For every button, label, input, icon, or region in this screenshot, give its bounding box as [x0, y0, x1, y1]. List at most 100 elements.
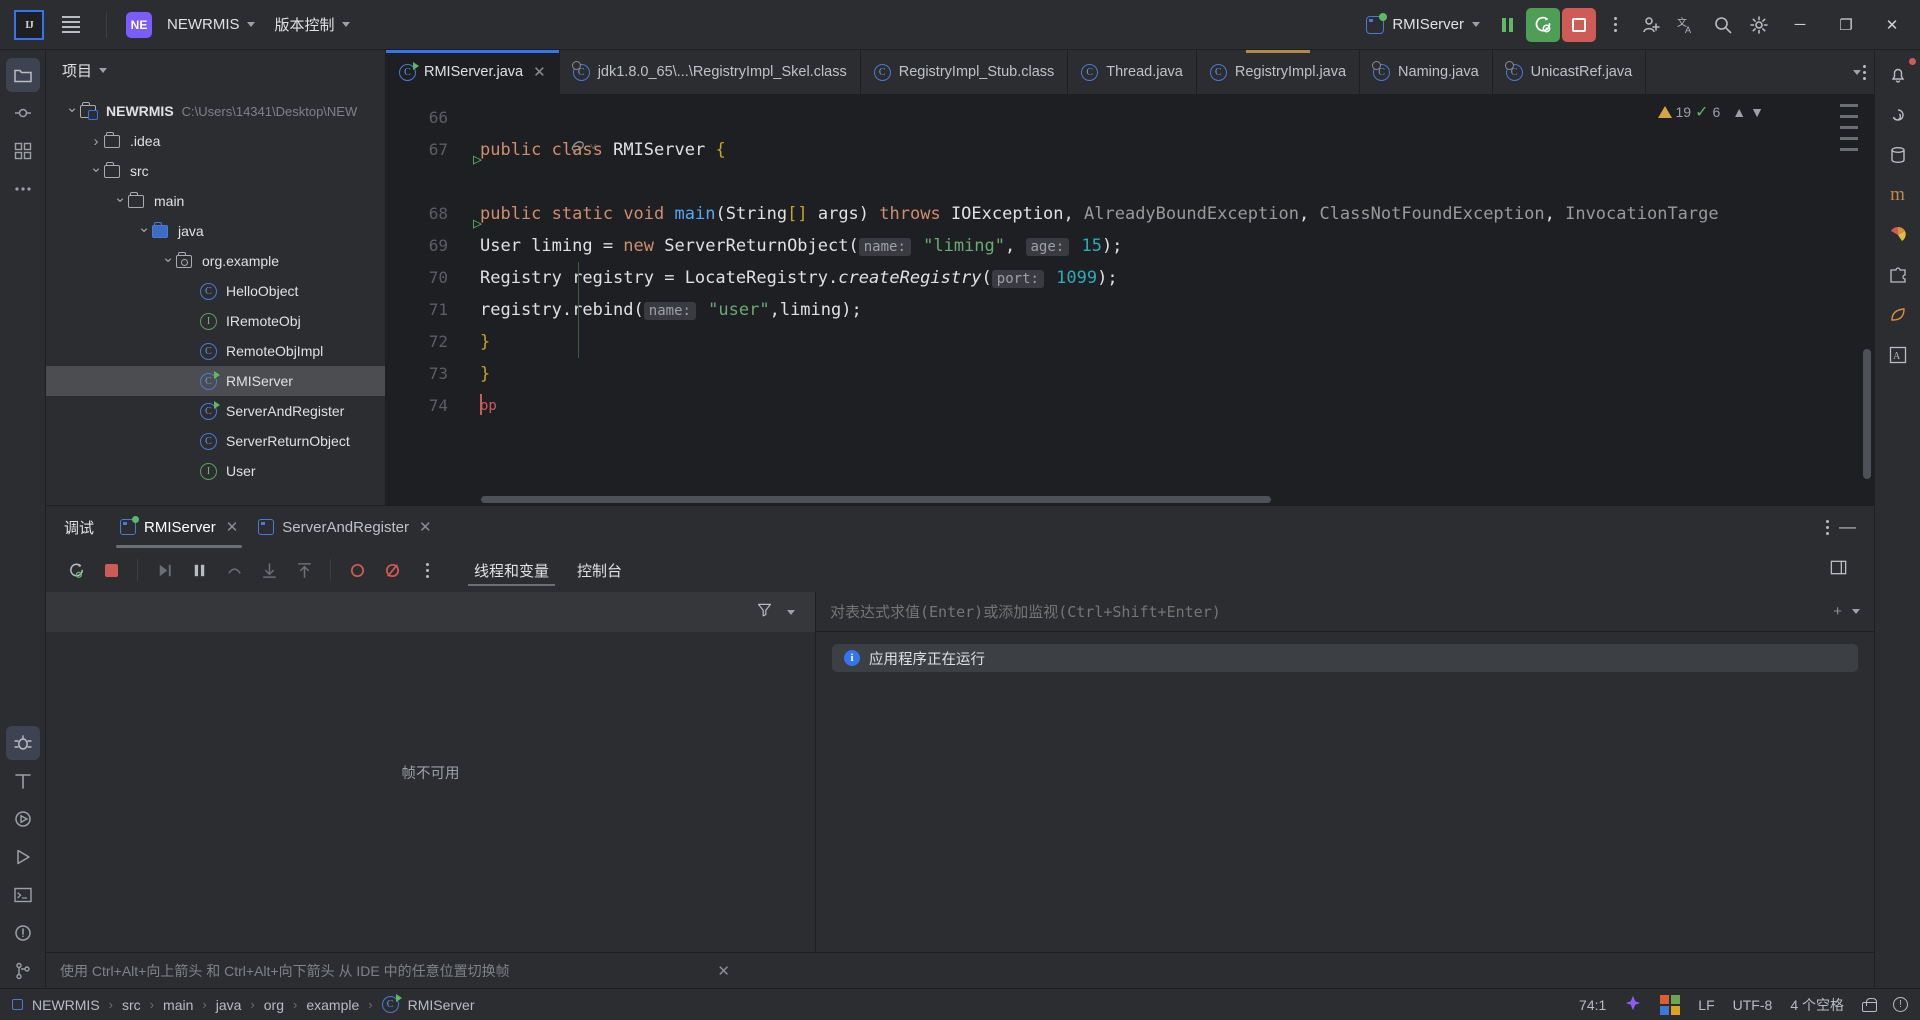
gutter-line-66[interactable]: 66 [386, 102, 458, 134]
tool-button-structure[interactable] [6, 134, 40, 168]
gutter-line-71[interactable]: 71 [386, 294, 458, 326]
chevron-right-icon[interactable] [88, 134, 104, 149]
breadcrumb[interactable]: NEWRMIS › src › main › java › org › example › C RMISe… [12, 994, 475, 1013]
chevron-down-icon[interactable] [88, 164, 104, 179]
editor-horizontal-scrollbar[interactable] [386, 493, 1874, 505]
tree-node-remoteobjimpl[interactable]: C RemoteObjImpl [46, 336, 385, 366]
tool-button-more[interactable] [6, 172, 40, 206]
pause-program-button[interactable] [1490, 8, 1524, 42]
watch-expression-input[interactable] [830, 602, 1824, 621]
close-button[interactable]: ✕ [1870, 1, 1914, 49]
line-separator[interactable]: LF [1698, 997, 1714, 1013]
close-tab-icon[interactable]: ✕ [533, 63, 546, 81]
debug-subtab-console[interactable]: 控制台 [563, 548, 636, 592]
spring-bean-gutter-icon[interactable]: ˅ [570, 139, 596, 154]
windows-logo-icon[interactable] [1660, 994, 1681, 1015]
marketplace-button[interactable] [1881, 218, 1915, 252]
breadcrumb-item-org[interactable]: org [264, 997, 284, 1013]
maven-button[interactable]: m [1881, 178, 1915, 212]
debug-session-tabs[interactable]: RMIServer ✕ ServerAndRegister ✕ [110, 506, 442, 548]
chevron-down-icon[interactable] [1852, 609, 1860, 614]
tree-node-newrmis[interactable]: NEWRMIS C:\Users\14341\Desktop\NEW [46, 96, 385, 126]
project-selector[interactable]: NE NEWRMIS [117, 7, 264, 43]
tree-node-org-example[interactable]: org.example [46, 246, 385, 276]
project-panel-header[interactable]: 项目 [46, 50, 385, 90]
close-hint-icon[interactable]: ✕ [717, 962, 730, 980]
view-breakpoints-button[interactable] [376, 554, 408, 586]
tool-button-debug[interactable] [5, 726, 40, 760]
vcs-selector[interactable]: 版本控制 [266, 9, 359, 40]
tree-node-iremoteobj[interactable]: I IRemoteObj [46, 306, 385, 336]
editor-tab-rmiserver-java[interactable]: C RMIServer.java ✕ [386, 50, 560, 94]
breadcrumb-item-example[interactable]: example [306, 997, 359, 1013]
gutter-line-72[interactable]: 72 [386, 326, 458, 358]
tree-node--idea[interactable]: .idea [46, 126, 385, 156]
filter-frames-icon[interactable] [756, 601, 773, 623]
editor-vertical-scrollbar[interactable] [1860, 94, 1874, 493]
rerun-button[interactable] [60, 554, 92, 586]
caret-position[interactable]: 74:1 [1579, 997, 1606, 1013]
debug-button[interactable] [1526, 7, 1560, 42]
tree-node-main[interactable]: main [46, 186, 385, 216]
bookmarks-button[interactable] [1881, 298, 1915, 332]
breadcrumb-item-java[interactable]: java [216, 997, 242, 1013]
editor-tab-jdk1-8-0-65-registryimpl-skel-class[interactable]: Cjdk1.8.0_65\...\RegistryImpl_Skel.class [560, 50, 861, 94]
tool-button-project[interactable] [5, 58, 40, 92]
search-button[interactable] [1706, 8, 1740, 42]
gutter-line-74[interactable]: 74 [386, 390, 458, 422]
file-encoding[interactable]: UTF-8 [1733, 997, 1773, 1013]
editor-tab-bar[interactable]: C RMIServer.java ✕ Cjdk1.8.0_65\...\Registr… [386, 50, 1874, 94]
close-debug-tab-icon[interactable]: ✕ [226, 518, 239, 536]
readonly-lock-icon[interactable] [1862, 997, 1877, 1012]
main-menu-icon[interactable] [54, 8, 88, 42]
debug-tab-rmiserver[interactable]: RMIServer ✕ [110, 506, 248, 548]
editor-tab-naming-java[interactable]: C Naming.java [1360, 50, 1493, 94]
debug-more-options-icon[interactable] [1826, 519, 1829, 535]
show-hidden-tabs-icon[interactable] [1853, 69, 1861, 75]
gutter-line-blank[interactable] [386, 166, 458, 198]
pause-session-button[interactable] [183, 554, 215, 586]
tree-node-rmiserver[interactable]: C RMIServer [46, 366, 385, 396]
breadcrumb-item-newrmis[interactable]: NEWRMIS [32, 997, 100, 1013]
breadcrumb-item-src[interactable]: src [122, 997, 141, 1013]
tree-node-user[interactable]: I User [46, 456, 385, 486]
mute-breakpoints-button[interactable] [341, 554, 373, 586]
tree-node-src[interactable]: src [46, 156, 385, 186]
project-tree[interactable]: NEWRMIS C:\Users\14341\Desktop\NEW .idea sr… [46, 90, 385, 505]
editor-code-content[interactable]: ˅ op public class RMIServer { public sta… [458, 94, 1874, 493]
tree-node-helloobject[interactable]: C HelloObject [46, 276, 385, 306]
add-collaborator-button[interactable] [1634, 8, 1668, 42]
debug-tab-serverandregister[interactable]: ServerAndRegister ✕ [248, 506, 441, 548]
chevron-down-icon[interactable] [136, 224, 152, 239]
stop-button[interactable] [1562, 7, 1596, 42]
next-problem-icon[interactable]: ▼ [1750, 104, 1764, 120]
gutter-line-70[interactable]: 70 [386, 262, 458, 294]
more-run-actions-button[interactable] [1598, 8, 1632, 42]
chevron-down-icon[interactable] [112, 194, 128, 209]
editor-gutter[interactable]: 6667 68697071727374 [386, 94, 458, 493]
gutter-line-67[interactable]: 67 [386, 134, 458, 166]
add-watch-icon[interactable]: + [1833, 603, 1842, 620]
breadcrumb-item-main[interactable]: main [163, 997, 193, 1013]
tool-button-terminal[interactable] [6, 878, 40, 912]
close-debug-tab-icon[interactable]: ✕ [419, 518, 432, 536]
tree-node-serverandregister[interactable]: C ServerAndRegister [46, 396, 385, 426]
gutter-line-73[interactable]: 73 [386, 358, 458, 390]
editor-tab-registryimpl-stub-class[interactable]: C RegistryImpl_Stub.class [861, 50, 1069, 94]
translation-panel-button[interactable]: A [1881, 338, 1915, 372]
tree-node-serverreturnobject[interactable]: C ServerReturnObject [46, 426, 385, 456]
debug-subtab-threads-variables[interactable]: 线程和变量 [460, 548, 563, 592]
stop-session-button[interactable] [95, 554, 127, 586]
breadcrumb-item-rmiserver[interactable]: RMIServer [408, 997, 475, 1013]
editor-tab-thread-java[interactable]: C Thread.java [1068, 50, 1197, 94]
tree-node-java[interactable]: java [46, 216, 385, 246]
inspection-widget[interactable]: 19 ✓ 6 ▲ ▼ [1657, 102, 1764, 122]
step-over-button[interactable] [218, 554, 250, 586]
chevron-down-icon[interactable] [160, 254, 176, 269]
chevron-down-icon[interactable] [64, 104, 80, 119]
translate-button[interactable]: 文 A [1670, 8, 1704, 42]
minimize-panel-icon[interactable]: — [1839, 517, 1856, 537]
database-button[interactable] [1881, 138, 1915, 172]
ai-assistant-button[interactable] [1881, 98, 1915, 132]
step-out-button[interactable] [288, 554, 320, 586]
